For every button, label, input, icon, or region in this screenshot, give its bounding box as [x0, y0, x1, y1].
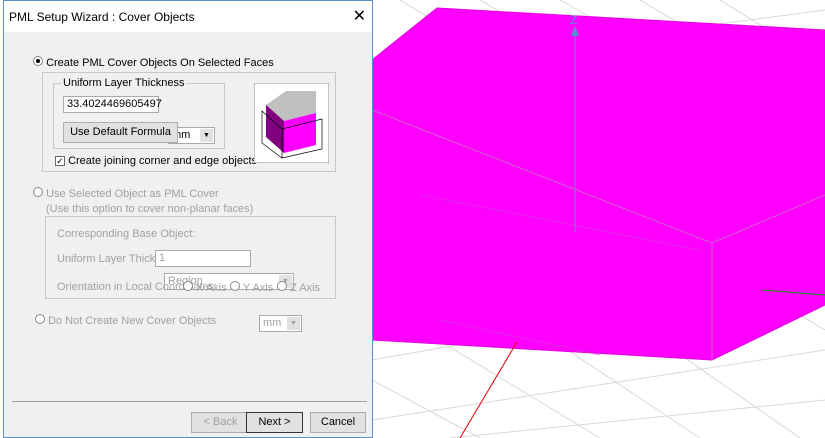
x-axis	[459, 341, 518, 438]
use-default-formula-button[interactable]: Use Default Formula	[63, 122, 178, 143]
radio-label: Do Not Create New Cover Objects	[48, 315, 217, 327]
checkbox-label: Create joining corner and edge objects	[68, 155, 258, 167]
radio-create-on-faces[interactable]: Create PML Cover Objects On Selected Fac…	[33, 56, 274, 69]
radio-do-not-create[interactable]: Do Not Create New Cover Objects	[35, 314, 216, 327]
thickness-input[interactable]: 33.4024469605497	[63, 96, 162, 113]
base-object-label: Corresponding Base Object:	[57, 228, 196, 240]
radio-label: Y Axis	[242, 282, 274, 294]
radio-label: Z Axis	[290, 282, 321, 294]
divider	[12, 401, 367, 402]
cancel-button[interactable]: Cancel	[310, 412, 366, 433]
pml-setup-wizard-dialog: PML Setup Wizard : Cover Objects ✕ Creat…	[3, 0, 373, 438]
radio-x-axis[interactable]: X Axis	[183, 281, 227, 294]
radio-y-axis[interactable]: Y Axis	[230, 281, 273, 294]
magenta-box[interactable]	[371, 7, 825, 361]
back-button[interactable]: < Back	[191, 412, 250, 433]
dialog-title: PML Setup Wizard : Cover Objects	[9, 10, 195, 24]
title-bar: PML Setup Wizard : Cover Objects ✕	[4, 1, 372, 32]
next-button[interactable]: Next >	[246, 412, 303, 433]
radio-use-selected-object[interactable]: Use Selected Object as PML Cover	[33, 187, 219, 200]
radio-z-axis[interactable]: Z Axis	[277, 281, 320, 294]
cube-preview-icon	[254, 83, 329, 163]
layer-thickness-unit-select[interactable]: mm ▼	[259, 315, 302, 332]
joining-objects-checkbox[interactable]: ✓ Create joining corner and edge objects	[55, 155, 257, 167]
chevron-down-icon: ▼	[287, 317, 300, 330]
layer-thickness-input[interactable]: 1	[155, 250, 251, 267]
option2-hint: (Use this option to cover non-planar fac…	[46, 203, 254, 215]
unit-value: mm	[263, 317, 282, 329]
thickness-group-label: Uniform Layer Thickness	[61, 77, 187, 89]
radio-label: Create PML Cover Objects On Selected Fac…	[46, 57, 274, 69]
chevron-down-icon: ▼	[200, 129, 213, 142]
radio-label: X Axis	[196, 282, 227, 294]
close-icon[interactable]: ✕	[353, 6, 366, 26]
z-axis-label: Z	[570, 13, 577, 27]
checkmark-icon: ✓	[55, 156, 65, 166]
radio-label: Use Selected Object as PML Cover	[46, 188, 219, 200]
